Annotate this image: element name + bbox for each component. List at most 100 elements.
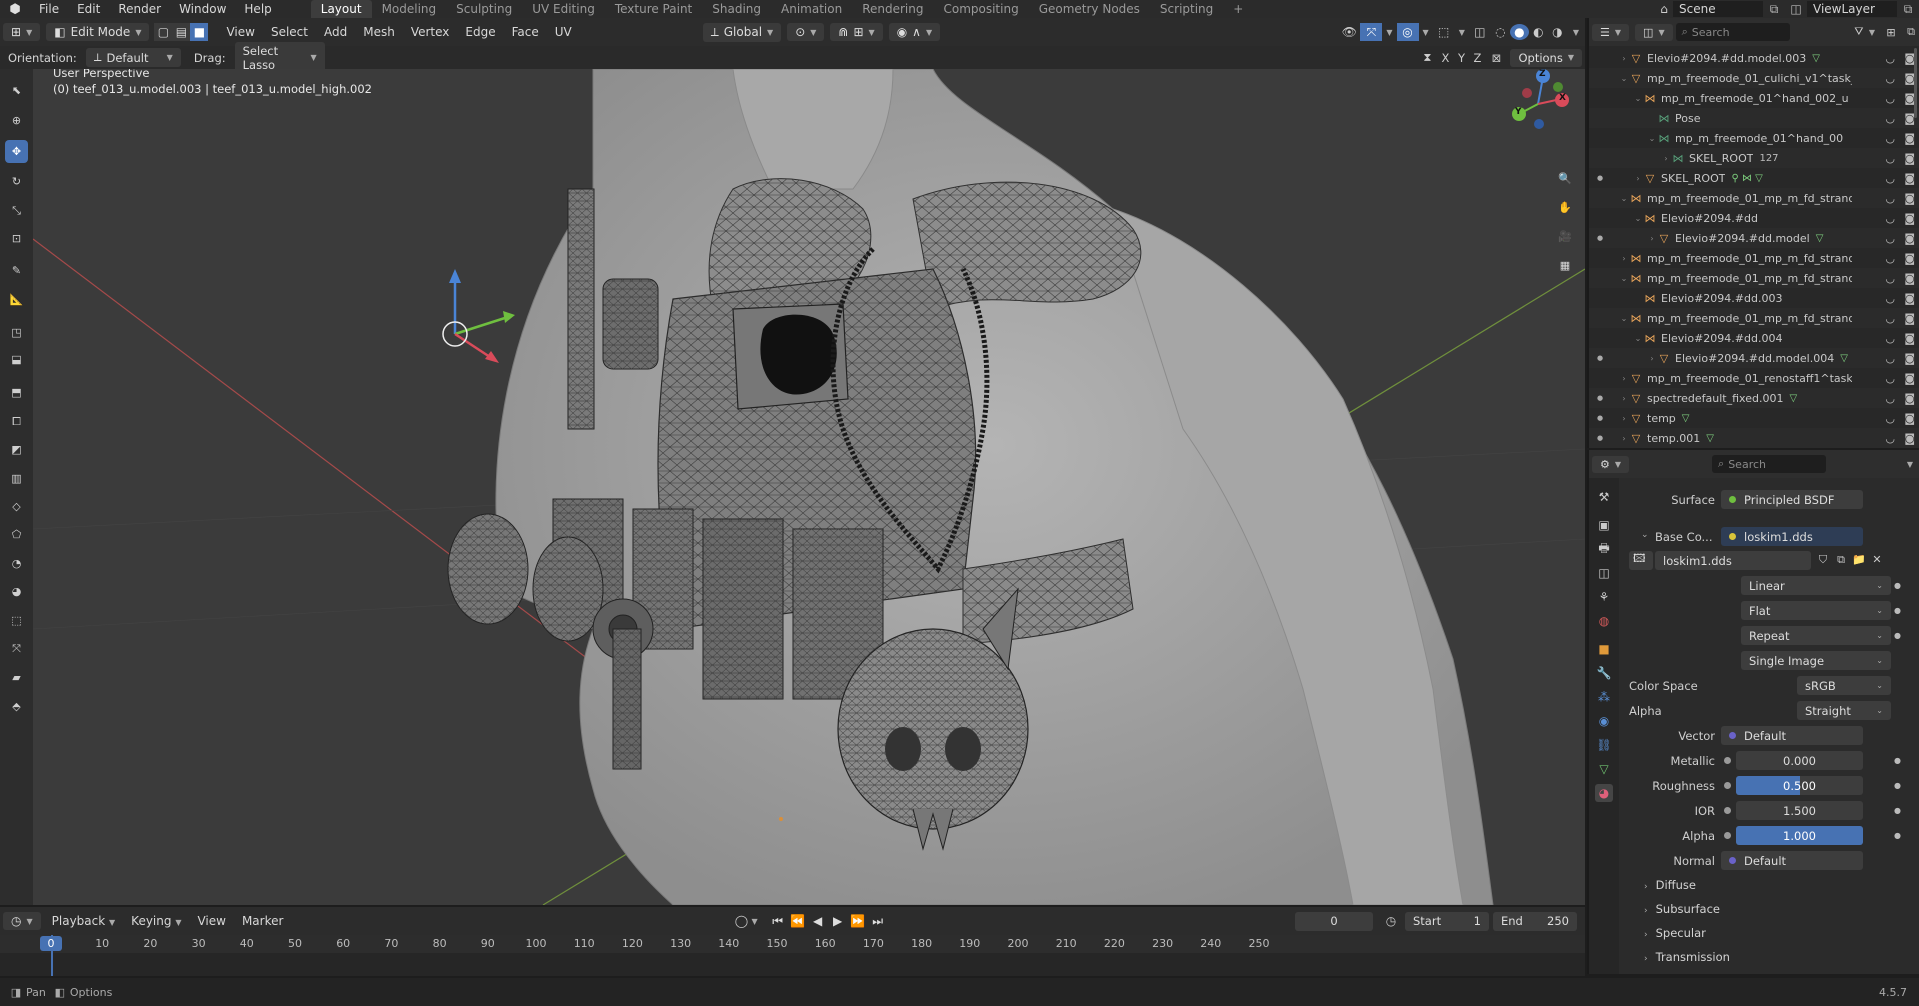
alpha-slider[interactable]: 1.000 (1736, 826, 1863, 845)
mesh-overlay-icon[interactable]: ⬚ (1433, 25, 1455, 39)
playhead-frame-badge[interactable]: 0 (40, 936, 62, 951)
menu-edge[interactable]: Edge (457, 25, 503, 39)
shading-rendered-icon[interactable]: ◑ (1548, 25, 1567, 39)
tab-animation[interactable]: Animation (771, 0, 852, 18)
inset-tool-icon[interactable]: ⧠ (5, 410, 28, 433)
disclosure-icon[interactable]: ⌄ (1633, 214, 1643, 223)
annotate-tool-icon[interactable]: ✎ (5, 259, 28, 282)
keyframe-dot[interactable]: ● (1894, 631, 1901, 640)
base-color-texture-field[interactable]: loskim1.dds (1721, 527, 1863, 546)
eye-icon[interactable]: ◡ (1885, 272, 1895, 285)
outliner-search[interactable]: ⌕ Search (1675, 23, 1790, 41)
mode-dropdown[interactable]: ◧ Edit Mode ▼ (46, 23, 150, 41)
overlay-icon[interactable]: ◎ (1396, 23, 1419, 41)
eye-icon[interactable]: ◡ (1885, 412, 1895, 425)
render-camera-icon[interactable]: ◙ (1904, 252, 1915, 265)
modifier-data-icons[interactable]: ▽ (1706, 433, 1714, 444)
disclosure-icon[interactable]: › (1647, 354, 1657, 363)
outliner-row[interactable]: ● › ▽ SKEL_ROOT ⚲ ⋈ ▽ ◡ ◙ (1589, 168, 1919, 188)
outliner-row[interactable]: ⌄ ⋈ mp_m_freemode_01^hand_002_u ◡ ◙ (1589, 88, 1919, 108)
play-reverse-icon[interactable]: ◀ (808, 914, 828, 928)
tab-shading[interactable]: Shading (702, 0, 771, 18)
eye-icon[interactable]: ◡ (1885, 52, 1895, 65)
keyframe-dot[interactable]: ● (1894, 831, 1901, 840)
normal-field[interactable]: Default (1721, 851, 1863, 870)
edge-slide-tool-icon[interactable]: ⬚ (5, 609, 28, 632)
display-mode-dropdown[interactable]: ◫ ▼ (1635, 23, 1673, 41)
shrink-fatten-tool-icon[interactable]: ⤧ (5, 637, 28, 660)
outliner-row[interactable]: ⌄ ⋈ mp_m_freemode_01_mp_m_fd_strand ◡ ◙ (1589, 308, 1919, 328)
pan-hand-icon[interactable]: ✋ (1554, 196, 1576, 218)
add-workspace-icon[interactable]: + (1223, 0, 1253, 18)
use-preview-range-icon[interactable]: ◷ (1381, 914, 1401, 928)
fake-user-icon[interactable]: ⛉ (1815, 553, 1831, 567)
auto-keying-icon[interactable]: ◯ (731, 914, 751, 928)
jump-end-icon[interactable]: ⏭ (868, 914, 888, 929)
view-layer-copy-icon[interactable]: ⧉ (1897, 2, 1919, 17)
constraints-tab-icon[interactable]: ⛓ (1595, 736, 1613, 754)
eye-icon[interactable]: ◡ (1885, 152, 1895, 165)
select-box-tool-icon[interactable]: ⬉ (5, 79, 28, 102)
disclosure-icon[interactable]: ⌄ (1633, 334, 1643, 343)
face-select-icon[interactable]: ■ (190, 23, 209, 41)
render-camera-icon[interactable]: ◙ (1904, 332, 1915, 345)
render-camera-icon[interactable]: ◙ (1904, 132, 1915, 145)
outliner-row[interactable]: ● › ▽ Elevio#2094.#dd.model ▽ ◡ ◙ (1589, 228, 1919, 248)
current-frame-field[interactable]: 0 (1295, 911, 1373, 931)
new-collection-icon[interactable]: ⊞ (1881, 26, 1901, 39)
eye-icon[interactable]: ◡ (1885, 112, 1895, 125)
tab-uv-editing[interactable]: UV Editing (522, 0, 605, 18)
outliner-editor-dropdown[interactable]: ☰ ▼ (1592, 23, 1630, 41)
render-camera-icon[interactable]: ◙ (1904, 292, 1915, 305)
disclosure-icon[interactable]: ⌄ (1619, 314, 1629, 323)
tab-rendering[interactable]: Rendering (852, 0, 933, 18)
outliner-row[interactable]: ⌄ ⋈ mp_m_freemode_01_mp_m_fd_strand ◡ ◙ (1589, 268, 1919, 288)
eye-icon[interactable]: ◡ (1885, 292, 1895, 305)
menu-help[interactable]: Help (235, 2, 280, 16)
keyframe-dot[interactable]: ● (1894, 606, 1901, 615)
extension-dropdown[interactable]: Repeat ⌄ (1741, 626, 1891, 645)
image-browse-button[interactable]: 🖾 (1629, 551, 1653, 570)
duplicate-image-icon[interactable]: ⧉ (1833, 553, 1849, 567)
shading-wireframe-icon[interactable]: ◌ (1491, 25, 1510, 39)
spin-tool-icon[interactable]: ◔ (5, 552, 28, 575)
render-camera-icon[interactable]: ◙ (1904, 272, 1915, 285)
render-camera-icon[interactable]: ◙ (1904, 152, 1915, 165)
disclosure-icon[interactable]: ⌄ (1633, 94, 1643, 103)
add-primitive-tool-icon[interactable]: ⬓ (5, 348, 28, 371)
ior-field[interactable]: 1.500 (1736, 801, 1863, 820)
outliner-row[interactable]: ⌄ ⋈ mp_m_freemode_01^hand_00 ◡ ◙ (1589, 128, 1919, 148)
camera-view-icon[interactable]: 🎥 (1554, 225, 1576, 247)
menu-face[interactable]: Face (504, 25, 547, 39)
modifier-data-icons[interactable]: ▽ (1812, 53, 1820, 64)
render-camera-icon[interactable]: ◙ (1904, 172, 1915, 185)
render-camera-icon[interactable]: ◙ (1904, 392, 1915, 405)
pivot-dropdown[interactable]: ⊙ ▼ (787, 23, 825, 41)
modifier-data-icons[interactable]: ⚲ ⋈ ▽ (1731, 173, 1762, 184)
vertex-select-icon[interactable]: ▢ (154, 23, 173, 41)
section-subsurface[interactable]: › Subsurface (1644, 902, 1720, 916)
section-diffuse[interactable]: › Diffuse (1644, 878, 1696, 892)
menu-uv[interactable]: UV (547, 25, 580, 39)
frame-start-field[interactable]: Start 1 (1405, 911, 1489, 931)
shear-tool-icon[interactable]: ▰ (5, 666, 28, 689)
particles-tab-icon[interactable]: ⁂ (1595, 688, 1613, 706)
outliner-row[interactable]: ⋈ Pose ◡ ◙ (1589, 108, 1919, 128)
next-keyframe-icon[interactable]: ⏩ (848, 914, 868, 928)
outliner-row[interactable]: ● › ▽ Elevio#2094.#dd.model.004 ▽ ◡ ◙ (1589, 348, 1919, 368)
3d-viewport[interactable]: User Perspective (0) teef_013_u.model.00… (33, 69, 1585, 905)
add-cube-tool-icon[interactable]: ◳ (5, 321, 28, 344)
menu-vertex[interactable]: Vertex (403, 25, 458, 39)
outliner-row[interactable]: › ▽ Elevio#2094.#dd.model.003 ▽ ◡ ◙ (1589, 48, 1919, 68)
visibility-icon[interactable]: 👁 (1338, 25, 1360, 39)
blender-logo-icon[interactable]: ⬢ (0, 2, 30, 17)
transform-tool-icon[interactable]: ⊡ (5, 227, 28, 250)
ortho-grid-icon[interactable]: ▦ (1554, 254, 1576, 276)
eye-icon[interactable]: ◡ (1885, 392, 1895, 405)
tab-layout[interactable]: Layout (310, 0, 372, 18)
output-tab-icon[interactable]: 🖶 (1595, 540, 1613, 558)
eye-icon[interactable]: ◡ (1885, 232, 1895, 245)
outliner-row[interactable]: ⌄ ▽ mp_m_freemode_01_culichi_v1^task_ ◡ ◙ (1589, 68, 1919, 88)
unlink-image-icon[interactable]: ✕ (1869, 553, 1885, 566)
eye-icon[interactable]: ◡ (1885, 92, 1895, 105)
